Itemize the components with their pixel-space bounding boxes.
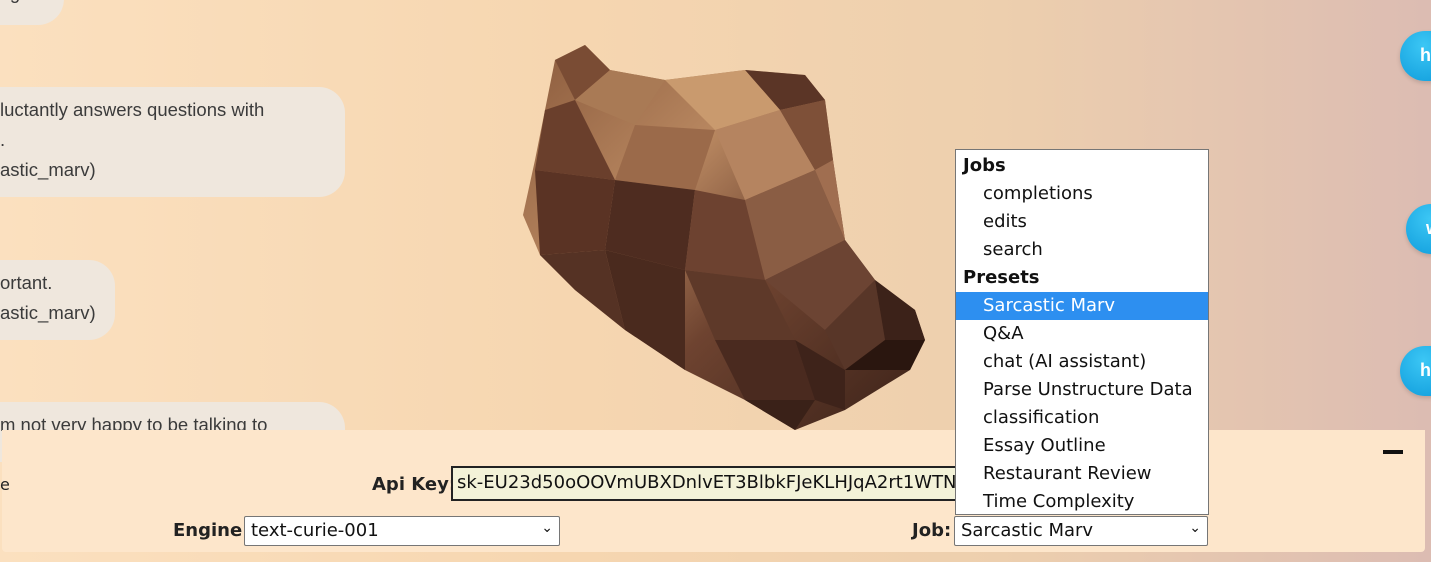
engine-label: Engine: [173,520,250,541]
minimize-icon[interactable] [1383,450,1403,454]
job-select-value: Sarcastic Marv [961,520,1094,541]
job-dropdown-list: Jobs completions edits search Presets Sa… [955,149,1209,515]
bear-head-image [523,45,925,430]
job-select[interactable]: Sarcastic Marv ⌄ [954,516,1208,546]
engine-select-value: text-curie-001 [251,520,379,541]
chevron-down-icon: ⌄ [541,520,553,536]
bot-message-line: ortant. [0,272,53,293]
bot-message: ortant. astic_marv) [0,260,115,340]
dropdown-option[interactable]: classification [956,404,1208,432]
dropdown-option[interactable]: chat (AI assistant) [956,348,1208,376]
dropdown-option[interactable]: Essay Outline [956,432,1208,460]
user-message: he [1400,31,1431,81]
engine-select[interactable]: text-curie-001 ⌄ [244,516,560,546]
dropdown-group-jobs: Jobs [963,155,1006,176]
chevron-down-icon: ⌄ [1189,520,1201,536]
bot-message: luctantly answers questions with . astic… [0,87,345,197]
api-key-input[interactable]: sk-EU23d50oOOVmUBXDnlvET3BlbkFJeKLHJqA2r… [451,466,971,501]
bot-message-line: . [0,129,6,150]
bot-message-line: thing. [0,0,38,8]
cropped-text: e [0,475,10,494]
dropdown-option[interactable]: Q&A [956,320,1208,348]
dropdown-option[interactable]: completions [956,180,1208,208]
job-label: Job: [912,520,952,541]
dropdown-group-presets: Presets [963,267,1040,288]
user-message: he [1400,346,1431,396]
dropdown-option-selected[interactable]: Sarcastic Marv [956,292,1208,320]
api-key-label: Api Key: [372,474,457,495]
bot-message-line: astic_marv) [0,159,96,180]
dropdown-option[interactable]: search [956,236,1208,264]
bot-message: thing. [0,0,64,25]
bot-message-line: luctantly answers questions with [0,99,265,120]
dropdown-option[interactable]: Time Complexity [956,488,1208,516]
dropdown-option[interactable]: Parse Unstructure Data [956,376,1208,404]
dropdown-option[interactable]: Restaurant Review [956,460,1208,488]
dropdown-option[interactable]: edits [956,208,1208,236]
user-message: w [1406,204,1431,254]
bot-message-line: astic_marv) [0,302,96,323]
